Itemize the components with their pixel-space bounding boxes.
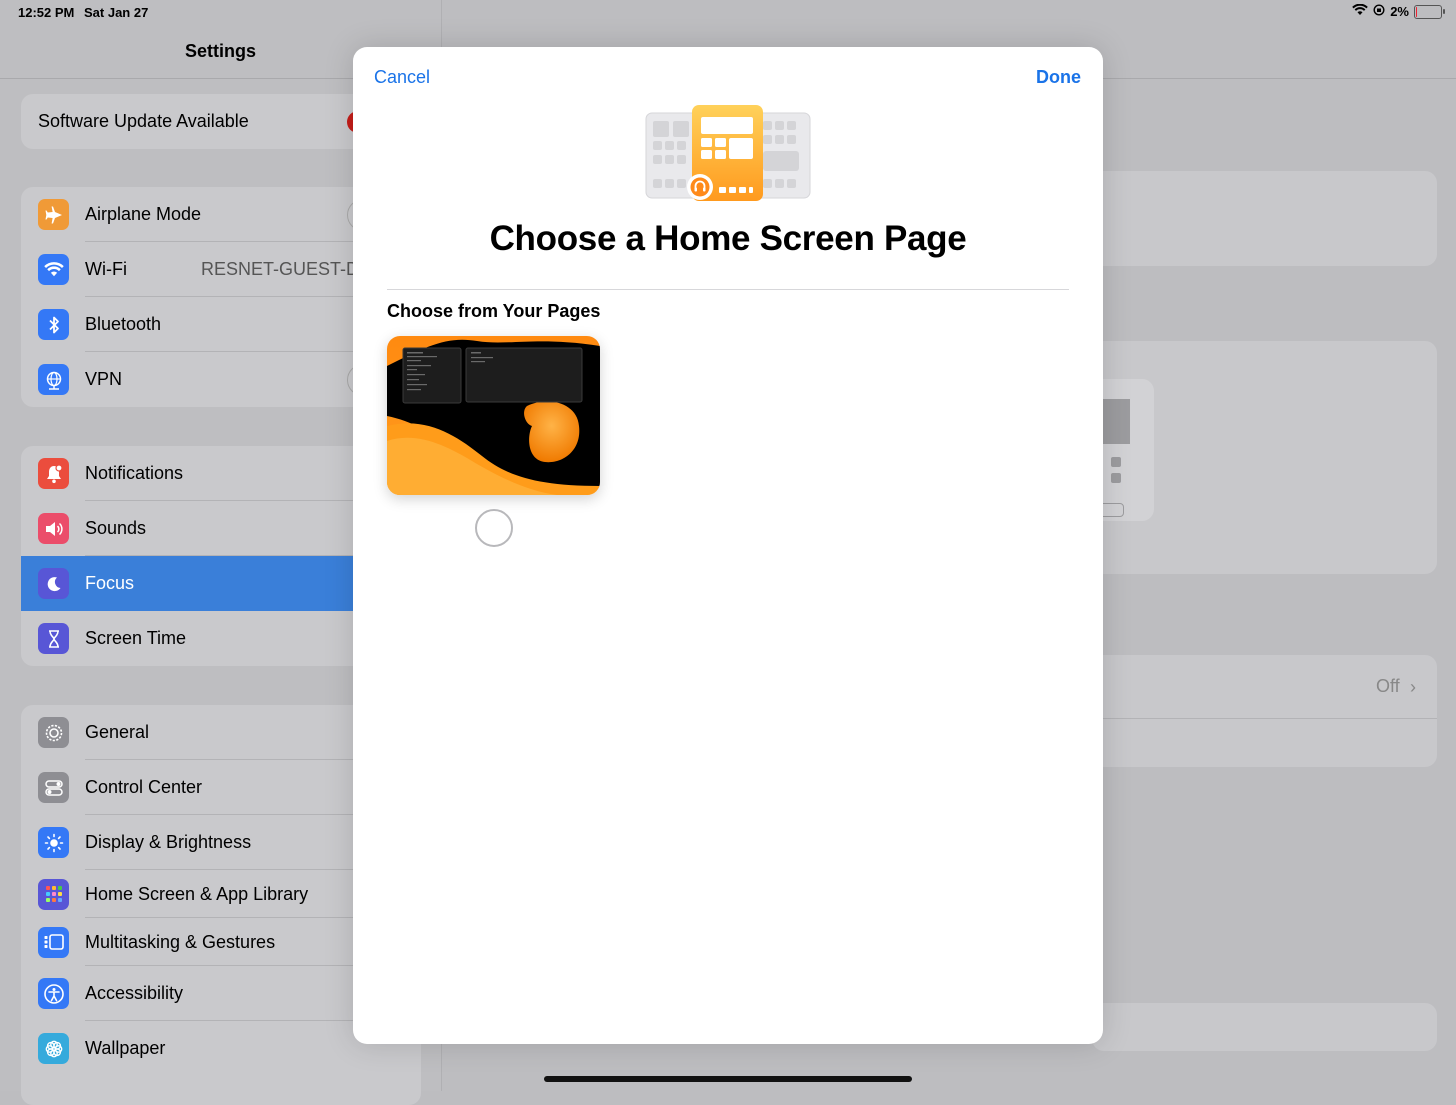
page-select-radio[interactable] (475, 509, 513, 547)
sidebar-item-label: Display & Brightness (85, 832, 252, 852)
battery-icon (1414, 4, 1445, 19)
sidebar-item-label: Multitasking & Gestures (85, 931, 276, 952)
speaker-icon (38, 513, 69, 544)
hourglass-icon (38, 623, 69, 654)
home-indicator (544, 1076, 912, 1082)
battery-percent: 2% (1390, 4, 1409, 19)
chevron-right-icon: › (1410, 677, 1416, 697)
home-screen-page-thumbnail[interactable] (387, 336, 600, 495)
software-update-label: Software Update Available (38, 111, 249, 131)
sidebar-item-label: Airplane Mode (85, 204, 202, 224)
bell-icon (38, 458, 69, 489)
row-divider (1092, 718, 1437, 719)
flower-icon (38, 1033, 69, 1064)
airplane-icon (38, 199, 69, 230)
sidebar-item-label: Focus (85, 573, 135, 593)
sidebar-item-label: Notifications (85, 463, 184, 483)
preview-dot (1111, 457, 1121, 467)
status-time: 12:52 PM (18, 5, 75, 20)
status-date: Sat Jan 27 (84, 5, 149, 20)
title-divider (387, 289, 1069, 290)
sidebar-item-label: Bluetooth (85, 314, 162, 334)
home-screen-picker-sheet: Cancel Done Choose a Home Screen Page Ch… (353, 47, 1103, 1044)
status-indicators: 2% (1352, 3, 1445, 19)
sidebar-item-label: Sounds (85, 518, 147, 538)
bluetooth-icon (38, 309, 69, 340)
detail-card (1092, 171, 1437, 266)
switches-icon (38, 772, 69, 803)
sidebar-item-label: Wi-Fi (85, 259, 127, 279)
sidebar-item-label: General (85, 722, 150, 742)
home-screen-illustration (645, 105, 811, 205)
sidebar-item-label: Screen Time (85, 628, 187, 648)
battery-level (1416, 6, 1417, 17)
done-button[interactable]: Done (1036, 67, 1081, 88)
sidebar-item-label: Control Center (85, 777, 203, 797)
cancel-button[interactable]: Cancel (374, 67, 430, 88)
modal-title: Choose a Home Screen Page (489, 219, 967, 258)
status-bar: 12:52 PM Sat Jan 27 2% (0, 0, 1456, 26)
wifi-icon (38, 254, 69, 285)
accessibility-icon (38, 978, 69, 1009)
wifi-status-icon (1352, 3, 1369, 19)
preview-dot (1111, 473, 1121, 483)
detail-bottom-card (1092, 1003, 1437, 1051)
orientation-lock-icon (1373, 4, 1385, 19)
app-grid-icon (38, 878, 69, 910)
detail-preview-card (1092, 341, 1437, 574)
wifi-network-name: RESNET-GUEST-D (201, 259, 360, 279)
sidebar-item-label: Accessibility (85, 983, 184, 1003)
sun-icon (38, 827, 69, 858)
sidebar-item-label: Wallpaper (85, 1038, 166, 1058)
section-label: Choose from Your Pages (387, 301, 601, 321)
sidebar-item-label: VPN (85, 369, 123, 389)
sidebar-item-label: Home Screen & App Library (85, 883, 309, 904)
detail-options-card: Off › (1092, 655, 1437, 767)
gear-icon (38, 717, 69, 748)
off-value: Off (1376, 676, 1400, 696)
vpn-globe-icon (38, 364, 69, 395)
multitask-icon (38, 926, 69, 958)
moon-icon (38, 568, 69, 599)
